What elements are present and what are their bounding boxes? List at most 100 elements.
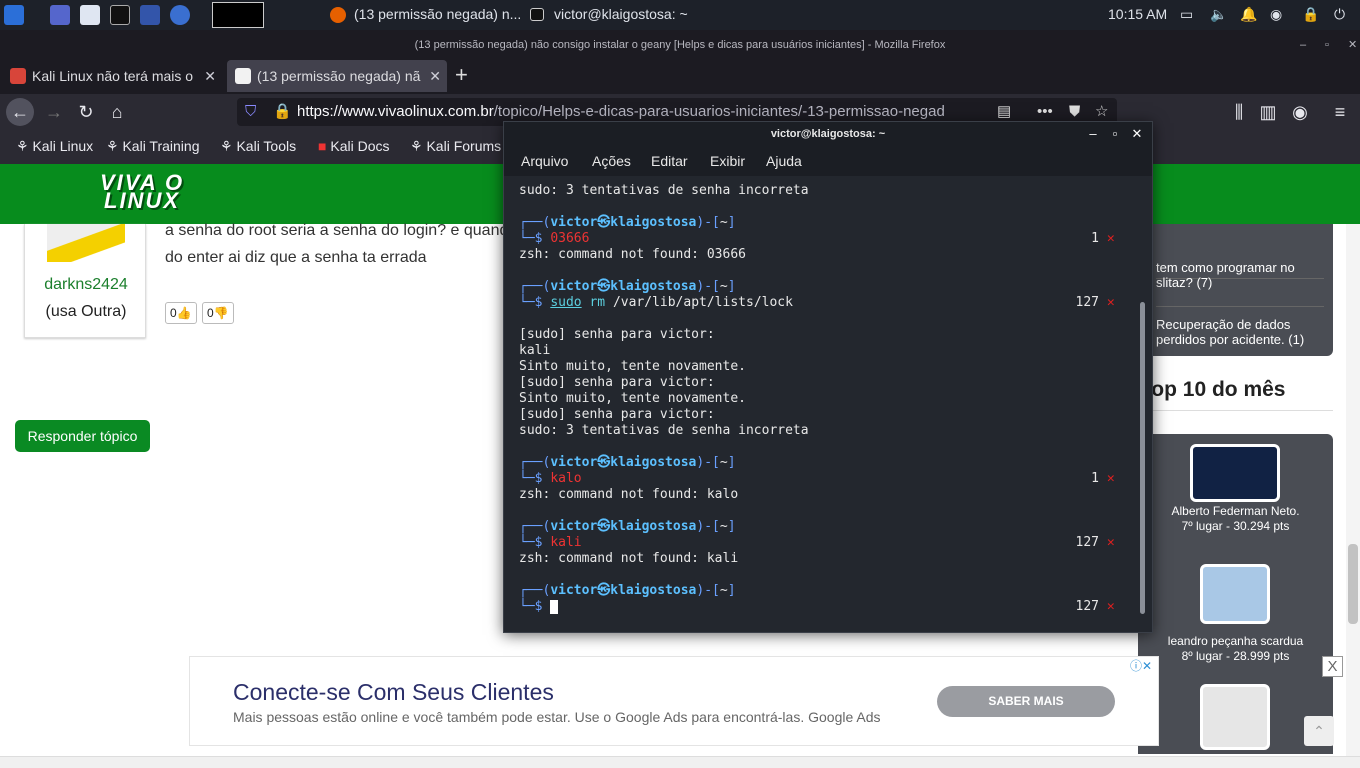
terminal-scrollbar[interactable]: [1140, 302, 1145, 614]
exit-code: 1 ✕: [1091, 231, 1115, 246]
terminal-maximize-icon[interactable]: ▫: [1104, 122, 1126, 146]
terminal-task[interactable]: victor@klaigostosa: ~: [554, 6, 688, 22]
tab-label: (13 permissão negada) nã: [257, 68, 421, 84]
reply-topic-button[interactable]: Responder tópico: [15, 420, 150, 452]
thumbs-down-icon: 👎: [213, 306, 229, 320]
terminal-line: sudo: 3 tentativas de senha incorreta: [519, 183, 809, 198]
tab-close-icon[interactable]: ✕: [204, 60, 216, 92]
workspace-icon[interactable]: [50, 5, 70, 25]
ad-info-icon[interactable]: ⓘ✕: [1130, 657, 1152, 674]
menu-arquivo[interactable]: Arquivo: [521, 153, 568, 169]
tab-vivaolinux[interactable]: (13 permissão negada) nã ✕: [227, 60, 447, 92]
command-line: └─$ kali: [519, 535, 582, 550]
ranking-name[interactable]: Alberto Federman Neto.: [1138, 504, 1333, 519]
menu-icon[interactable]: ≡: [1326, 98, 1354, 126]
volume-icon[interactable]: 🔈: [1210, 6, 1227, 23]
bookmark-kali-forums[interactable]: ⚘ Kali Forums: [410, 138, 501, 155]
reload-icon[interactable]: ↻: [72, 98, 100, 126]
notification-bell-icon[interactable]: 🔔: [1240, 6, 1257, 23]
file-manager-icon[interactable]: [80, 5, 100, 25]
vote-up-button[interactable]: 0👍: [165, 302, 197, 324]
firefox-task[interactable]: (13 permissão negada) n...: [354, 6, 521, 22]
power-icon[interactable]: ⏻: [1334, 6, 1345, 23]
ad-close-button[interactable]: X: [1322, 656, 1343, 677]
ad-cta-button[interactable]: SABER MAIS: [937, 686, 1115, 717]
sidebar-icon[interactable]: ▥: [1254, 98, 1282, 126]
post-text-line2: do enter ai diz que a senha ta errada: [165, 249, 427, 266]
user-distro: (usa Outra): [45, 303, 127, 320]
terminal-launcher-icon[interactable]: [110, 5, 130, 25]
home-icon[interactable]: ⌂: [103, 98, 131, 126]
account-icon[interactable]: ◉: [1286, 98, 1314, 126]
back-to-top-icon[interactable]: ⌃: [1304, 716, 1334, 746]
avatar[interactable]: [47, 224, 125, 262]
workspace-switcher[interactable]: [212, 2, 264, 28]
ranking-panel: Alberto Federman Neto. 7º lugar - 30.294…: [1138, 434, 1333, 754]
ranking-avatar[interactable]: [1190, 444, 1280, 502]
padlock-icon[interactable]: 🔒: [273, 98, 292, 126]
username-link[interactable]: darkns2424: [25, 276, 147, 294]
terminal-line: kali: [519, 343, 551, 358]
exit-code: 127 ✕: [1075, 535, 1115, 550]
screen-recorder-icon[interactable]: [140, 5, 160, 25]
menu-acoes[interactable]: Ações: [592, 153, 631, 169]
power-manager-icon[interactable]: ◉: [1270, 6, 1282, 23]
side-topic-link[interactable]: Recuperação de dados perdidos por aciden…: [1156, 317, 1326, 347]
side-topics-panel: tem como programar no slitaz? (7) Recupe…: [1138, 224, 1333, 356]
command-line: └─$ 03666: [519, 231, 590, 246]
minimize-icon[interactable]: –: [1300, 30, 1306, 60]
terminal-window[interactable]: victor@klaigostosa: ~ – ▫ ✕ Arquivo Açõe…: [503, 121, 1153, 633]
cursor: [550, 599, 559, 614]
terminal-line: Sinto muito, tente novamente.: [519, 359, 746, 374]
user-card: darkns2424 (usa Outra): [24, 224, 146, 338]
exit-code: 1 ✕: [1091, 471, 1115, 486]
terminal-line: [sudo] senha para victor:: [519, 407, 715, 422]
maximize-icon[interactable]: ▫: [1325, 30, 1329, 60]
ranking-name[interactable]: leandro peçanha scardua: [1138, 634, 1333, 649]
menu-editar[interactable]: Editar: [651, 153, 688, 169]
screen-icon[interactable]: ▭: [1180, 6, 1193, 23]
current-prompt[interactable]: └─$: [519, 599, 559, 615]
vote-down-button[interactable]: 0👎: [202, 302, 234, 324]
lock-icon[interactable]: 🔒: [1302, 6, 1319, 23]
terminal-output[interactable]: sudo: 3 tentativas de senha incorreta ┌─…: [504, 176, 1136, 632]
tab-kali-news[interactable]: Kali Linux não terá mais o ✕: [2, 60, 222, 92]
menu-ajuda[interactable]: Ajuda: [766, 153, 802, 169]
forward-icon[interactable]: →: [40, 98, 68, 126]
side-topic-link[interactable]: tem como programar no slitaz? (7): [1156, 260, 1316, 290]
ad-description[interactable]: Mais pessoas estão online e você também …: [233, 709, 881, 725]
ranking-avatar[interactable]: [1200, 564, 1270, 624]
tracking-shield-icon[interactable]: ⛉: [245, 98, 256, 126]
terminal-line: zsh: command not found: 03666: [519, 247, 746, 262]
terminal-line: [sudo] senha para victor:: [519, 327, 715, 342]
terminal-close-icon[interactable]: ✕: [1126, 122, 1148, 146]
back-icon[interactable]: ←: [6, 98, 34, 126]
prompt-line: ┌──(victor㉿klaigostosa)-[~]: [519, 279, 736, 294]
ad-title[interactable]: Conecte-se Com Seus Clientes: [233, 679, 554, 706]
docs-icon: ■: [318, 138, 327, 154]
bookmark-kali-docs[interactable]: ■ Kali Docs: [318, 138, 390, 154]
menu-exibir[interactable]: Exibir: [710, 153, 745, 169]
clock[interactable]: 10:15 AM: [1108, 6, 1167, 22]
ranking-avatar[interactable]: [1200, 684, 1270, 750]
library-icon[interactable]: ⫼: [1225, 98, 1253, 126]
kali-menu-icon[interactable]: [4, 5, 24, 25]
bookmark-kali-linux[interactable]: ⚘ Kali Linux: [16, 138, 93, 155]
tux-favicon-icon: [235, 68, 251, 84]
prompt-line: ┌──(victor㉿klaigostosa)-[~]: [519, 215, 736, 230]
terminal-minimize-icon[interactable]: –: [1082, 122, 1104, 146]
bookmark-kali-training[interactable]: ⚘ Kali Training: [106, 138, 200, 155]
page-scrollbar[interactable]: [1346, 224, 1360, 756]
vivaolinux-logo[interactable]: VIVA O LINUX: [100, 172, 184, 212]
tab-close-icon[interactable]: ✕: [429, 60, 441, 92]
terminal-menubar: Arquivo Ações Editar Exibir Ajuda: [504, 146, 1152, 176]
browser-launcher-icon[interactable]: [170, 5, 190, 25]
close-icon[interactable]: ✕: [1348, 30, 1357, 60]
bookmark-kali-tools[interactable]: ⚘ Kali Tools: [220, 138, 296, 155]
new-tab-icon[interactable]: +: [455, 62, 468, 88]
url-host: https://www.vivaolinux.com.br: [297, 103, 494, 120]
terminal-line: [sudo] senha para victor:: [519, 375, 715, 390]
ranking-score: 8º lugar - 28.999 pts: [1181, 649, 1290, 663]
error-x-icon: ✕: [1106, 471, 1115, 486]
horizontal-scrollbar[interactable]: [0, 756, 1360, 768]
